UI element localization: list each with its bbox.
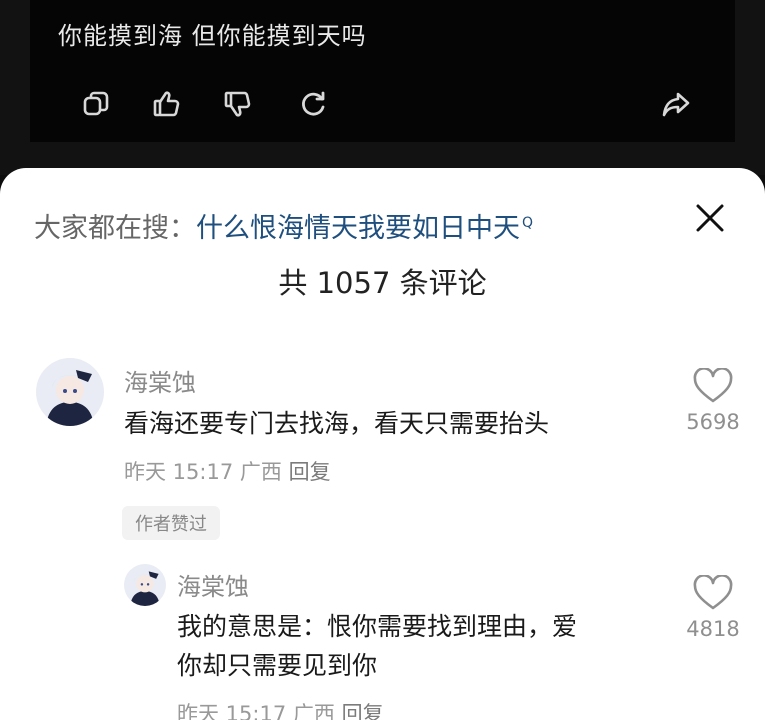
comment-like-button[interactable]: 5698 <box>668 368 758 434</box>
comment-text: 看海还要专门去找海，看天只需要抬头 <box>124 409 550 438</box>
post-card: 你能摸到海 但你能摸到天吗 <box>30 0 735 142</box>
avatar-illustration <box>124 564 166 606</box>
regenerate-button[interactable] <box>293 84 333 124</box>
reply-like-button[interactable]: 4818 <box>668 575 758 641</box>
reply-avatar[interactable] <box>124 564 166 606</box>
comment-location: 广西 <box>239 460 282 484</box>
reply-time: 昨天 15:17 <box>177 702 287 720</box>
avatar[interactable] <box>36 358 104 426</box>
author-liked-badge: 作者赞过 <box>122 506 220 540</box>
close-button[interactable] <box>690 198 730 238</box>
heart-icon <box>693 575 733 610</box>
comment-count: 共 1057 条评论 <box>278 266 487 300</box>
share-button[interactable] <box>656 84 696 124</box>
trending-search[interactable]: 大家都在搜：什么恨海情天我要如日中天 Q <box>34 206 533 245</box>
post-area: 你能摸到海 但你能摸到天吗 <box>0 0 765 175</box>
dislike-post-button[interactable] <box>218 84 258 124</box>
trending-search-prefix: 大家都在搜： <box>34 213 196 244</box>
like-post-button[interactable] <box>147 84 187 124</box>
thumbs-up-icon <box>153 91 180 117</box>
refresh-icon <box>302 91 325 116</box>
close-icon <box>696 204 724 232</box>
screen: 你能摸到海 但你能摸到天吗 大家都在搜：什么恨海情天我要如日中天 Q 共 105… <box>0 0 765 720</box>
comment-meta: 昨天 15:17 广西 回复 <box>124 456 331 486</box>
reply-username[interactable]: 海棠蚀 <box>177 567 249 602</box>
reply-meta: 昨天 15:17 广西 回复 <box>177 698 384 720</box>
reply-reply-button[interactable]: 回复 <box>342 702 384 720</box>
reply-button[interactable]: 回复 <box>289 460 331 484</box>
heart-icon <box>693 368 733 403</box>
share-icon <box>662 92 690 117</box>
reply-text-line1: 我的意思是：恨你需要找到理由，爱 <box>177 612 578 641</box>
comments-sheet: 大家都在搜：什么恨海情天我要如日中天 Q 共 1057 条评论 海棠蚀 看海还要专… <box>0 168 765 720</box>
copy-button[interactable] <box>76 84 116 124</box>
trending-search-query[interactable]: 什么恨海情天我要如日中天 <box>196 213 520 244</box>
reply-text-line2: 你却只需要见到你 <box>177 651 378 680</box>
post-text: 你能摸到海 但你能摸到天吗 <box>58 22 367 50</box>
comment-username[interactable]: 海棠蚀 <box>124 363 196 398</box>
reply-like-count: 4818 <box>686 617 740 641</box>
comment-time: 昨天 15:17 <box>124 460 234 484</box>
comment-like-count: 5698 <box>686 410 740 434</box>
search-icon: Q <box>522 215 534 231</box>
copy-icon <box>83 91 109 116</box>
thumbs-down-icon <box>224 91 251 117</box>
reply-location: 广西 <box>292 702 335 720</box>
avatar-illustration <box>36 358 104 426</box>
